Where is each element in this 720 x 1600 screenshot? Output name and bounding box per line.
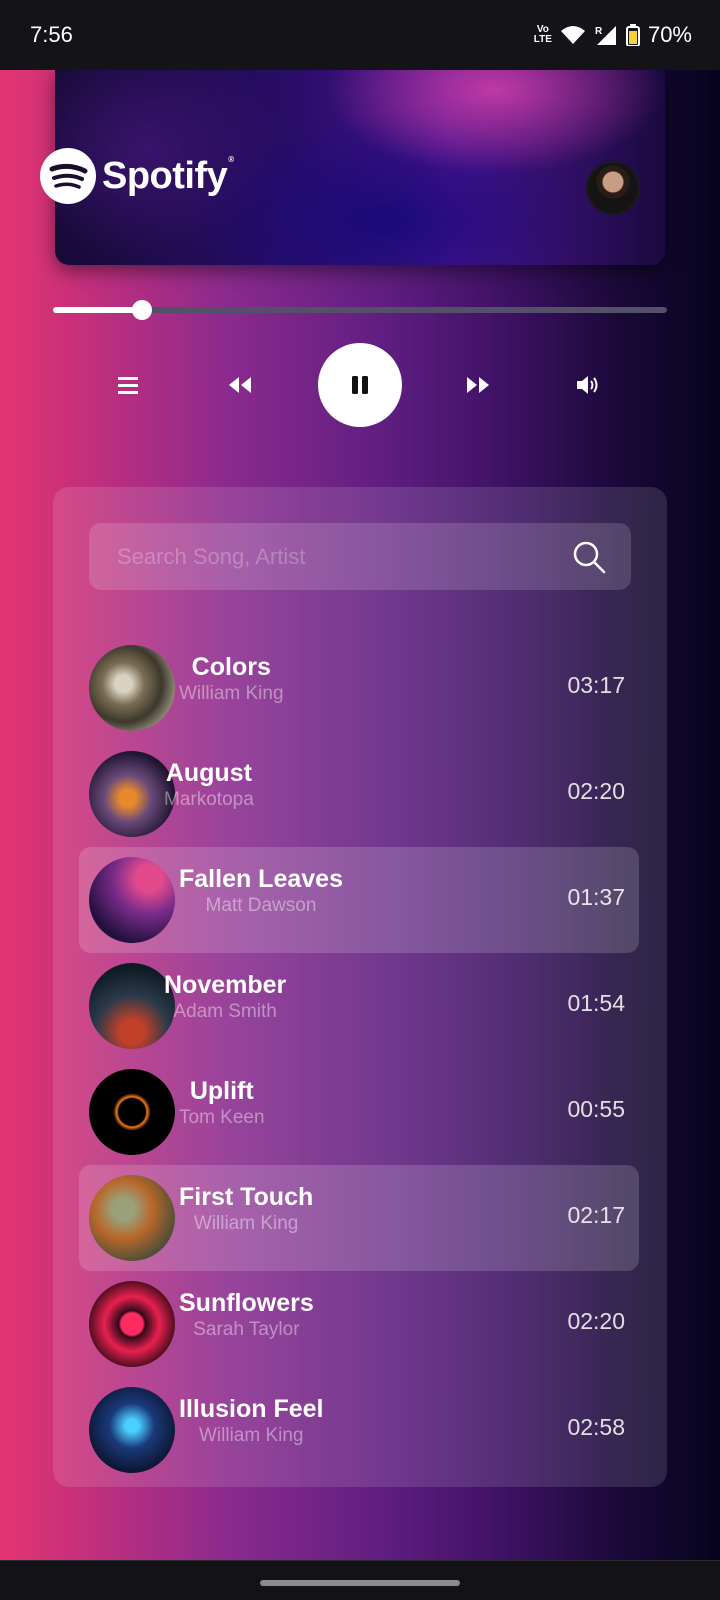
album-art xyxy=(89,645,175,731)
song-info: Uplift Tom Keen xyxy=(179,1075,265,1129)
album-art xyxy=(89,1069,175,1155)
volte-icon: Vo LTE xyxy=(533,24,552,45)
playlist-card: ColorsWilliam King03:17AugustMarkotopa02… xyxy=(53,487,667,1487)
wifi-icon xyxy=(560,26,585,44)
song-artist: Tom Keen xyxy=(179,1107,265,1128)
volume-icon xyxy=(577,376,598,394)
song-info: Colors William King xyxy=(179,651,284,705)
song-duration: 01:54 xyxy=(567,990,625,1016)
song-info: August Markotopa xyxy=(164,757,254,811)
song-title: August xyxy=(165,759,252,787)
album-art xyxy=(89,751,175,837)
pause-button[interactable] xyxy=(318,343,402,427)
signal-icon: R xyxy=(595,26,616,45)
song-artist: Markotopa xyxy=(164,789,254,810)
spotify-logo[interactable]: Spotify® xyxy=(40,148,234,204)
song-duration: 02:17 xyxy=(567,1202,625,1228)
battery-percent: 70% xyxy=(647,22,692,47)
album-art xyxy=(89,1387,175,1473)
search-bar xyxy=(89,523,631,590)
album-art xyxy=(89,1175,175,1261)
app-screen: Spotify® Search Song, Artist Colors Will… xyxy=(0,70,720,1560)
song-artist: Sarah Taylor xyxy=(193,1319,300,1340)
album-art xyxy=(89,857,175,943)
search-icon[interactable] xyxy=(571,539,607,575)
album-art xyxy=(89,1281,175,1367)
menu-icon xyxy=(118,377,138,394)
song-info: Sunflowers Sarah Taylor xyxy=(179,1287,314,1341)
player-controls xyxy=(53,343,667,427)
status-time: 7:56 xyxy=(30,22,73,47)
fast-forward-icon xyxy=(467,377,489,393)
album-art xyxy=(89,963,175,1049)
song-info: November Adam Smith xyxy=(164,969,286,1023)
song-row[interactable]: August Markotopa 02:20 xyxy=(79,741,639,847)
song-duration: 00:55 xyxy=(567,1096,625,1122)
system-nav-bar xyxy=(0,1560,720,1600)
song-title: Uplift xyxy=(189,1077,254,1105)
profile-avatar[interactable] xyxy=(586,161,640,215)
song-row[interactable]: Uplift Tom Keen 00:55 xyxy=(79,1059,639,1165)
spotify-icon xyxy=(40,148,96,204)
song-row[interactable]: Sunflowers Sarah Taylor 02:20 xyxy=(79,1271,639,1377)
progress-fill xyxy=(53,307,143,313)
song-title: Sunflowers xyxy=(179,1289,314,1317)
fast-forward-button[interactable] xyxy=(458,365,498,405)
song-title: Colors xyxy=(191,653,271,681)
song-title: First Touch xyxy=(179,1183,314,1211)
svg-text:R: R xyxy=(595,26,603,37)
song-row[interactable]: Illusion Feel William King 02:58 xyxy=(79,1377,639,1483)
song-duration: 02:20 xyxy=(567,1308,625,1334)
song-artist: William King xyxy=(179,683,284,704)
song-info: First Touch William King xyxy=(179,1181,313,1235)
song-row[interactable]: Colors William King 03:17 xyxy=(79,635,639,741)
progress-slider[interactable] xyxy=(53,300,667,320)
battery-icon xyxy=(625,24,640,46)
song-duration: 02:20 xyxy=(567,778,625,804)
song-duration: 01:37 xyxy=(567,884,625,910)
status-icons: Vo LTE R 70% xyxy=(534,22,692,48)
song-duration: 03:17 xyxy=(567,672,625,698)
song-artist: William King xyxy=(193,1213,299,1234)
song-row[interactable]: November Adam Smith 01:54 xyxy=(79,953,639,1059)
song-duration: 02:58 xyxy=(567,1414,625,1440)
song-artist: Matt Dawson xyxy=(205,895,317,916)
status-bar: 7:56 Vo LTE R 70% xyxy=(0,0,720,70)
song-row[interactable]: First Touch William King 02:17 xyxy=(79,1165,639,1271)
search-input[interactable] xyxy=(117,543,571,570)
song-artist: Adam Smith xyxy=(173,1001,277,1022)
song-artist: William King xyxy=(198,1425,304,1446)
rewind-button[interactable] xyxy=(220,365,260,405)
brand-name: Spotify® xyxy=(102,154,234,197)
rewind-icon xyxy=(229,377,251,393)
song-title: Illusion Feel xyxy=(179,1395,324,1423)
pause-icon xyxy=(352,376,368,394)
registered-mark: ® xyxy=(228,154,234,164)
progress-knob[interactable] xyxy=(132,300,153,320)
home-gesture-pill[interactable] xyxy=(260,1580,460,1586)
song-info: Fallen Leaves Matt Dawson xyxy=(179,863,343,917)
song-row[interactable]: Fallen Leaves Matt Dawson 01:37 xyxy=(79,847,639,953)
menu-button[interactable] xyxy=(108,365,148,405)
volume-button[interactable] xyxy=(568,365,608,405)
song-title: Fallen Leaves xyxy=(179,865,343,893)
song-info: Illusion Feel William King xyxy=(179,1393,323,1447)
song-list: Colors William King 03:17 August Markotopa 02… xyxy=(79,635,639,1483)
song-title: November xyxy=(164,971,287,999)
